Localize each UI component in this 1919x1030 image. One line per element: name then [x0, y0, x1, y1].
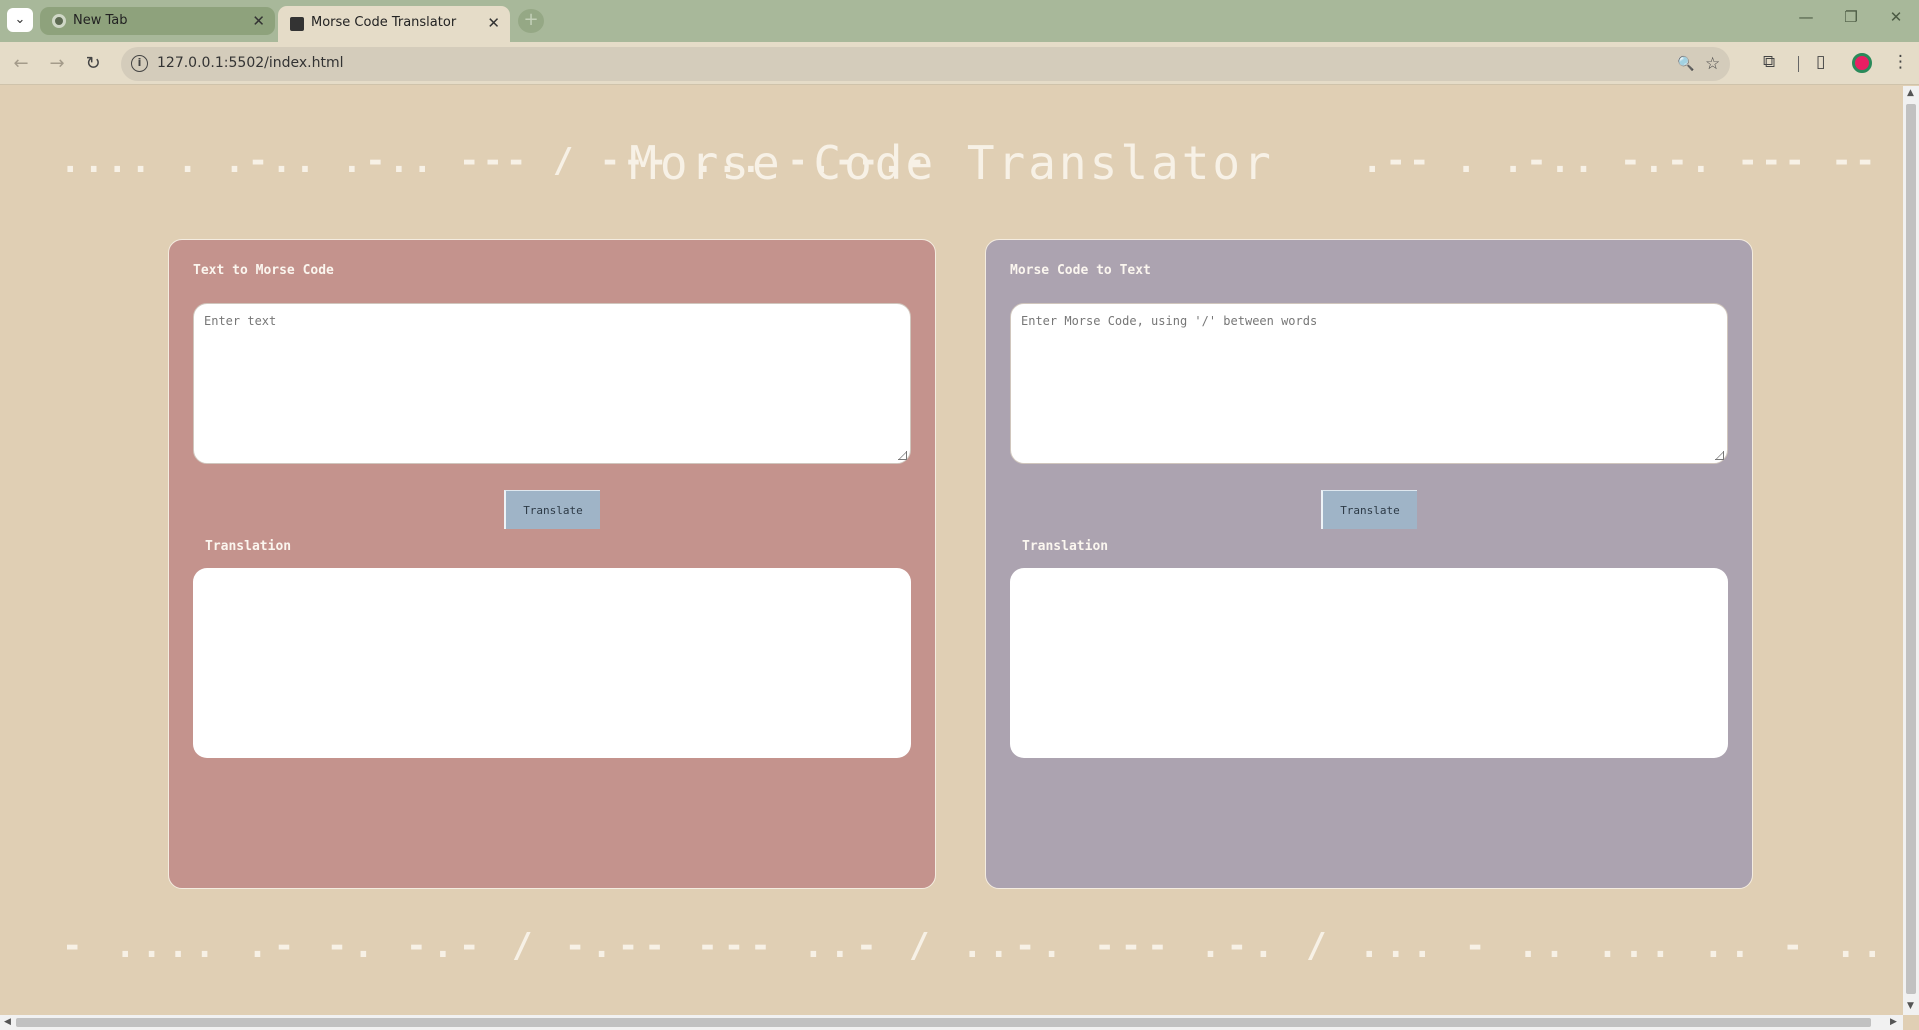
back-icon[interactable]: ←: [8, 51, 34, 77]
toolbar-divider: [1798, 56, 1799, 72]
reload-icon[interactable]: ↻: [80, 51, 106, 77]
scroll-up-arrow-icon[interactable]: ▲: [1907, 88, 1914, 98]
morse-decoration-right: .-- . .-.. -.-. --- -- . -.-.--: [1362, 141, 1903, 181]
browser-menu-icon[interactable]: ⋮: [1892, 52, 1909, 72]
input-placeholder: Enter Morse Code, using '/' between word…: [1021, 314, 1318, 328]
tab-label: Morse Code Translator: [311, 15, 457, 30]
chrome-icon: [52, 14, 66, 28]
browser-toolbar: ← → ↻ i 127.0.0.1:5502/index.html 🔍 ☆: [0, 42, 1919, 85]
site-info-icon[interactable]: i: [131, 55, 148, 72]
scroll-down-arrow-icon[interactable]: ▼: [1907, 1001, 1914, 1011]
translation-label: Translation: [205, 539, 292, 554]
panel-heading: Morse Code to Text: [1010, 263, 1151, 278]
tab-morse-code-translator[interactable]: Morse Code Translator ✕: [278, 6, 510, 42]
input-placeholder: Enter text: [204, 314, 277, 328]
resize-handle-icon[interactable]: [898, 451, 907, 460]
url-text[interactable]: 127.0.0.1:5502/index.html: [157, 55, 344, 71]
bookmark-star-icon[interactable]: ☆: [1705, 54, 1720, 74]
translate-morse-button[interactable]: Translate: [1321, 490, 1417, 529]
restore-icon[interactable]: ❐: [1831, 8, 1871, 26]
address-bar[interactable]: i 127.0.0.1:5502/index.html 🔍 ☆: [121, 47, 1730, 81]
tab-close-icon[interactable]: ✕: [252, 7, 265, 35]
page-content: .... . .-.. .-.. --- / --- ... -.--.- Mo…: [0, 86, 1903, 1015]
panel-heading: Text to Morse Code: [193, 263, 334, 278]
morse-to-text-panel: Morse Code to Text Enter Morse Code, usi…: [985, 239, 1753, 889]
text-input[interactable]: Enter text: [193, 303, 911, 464]
tab-bar: ⌄ New Tab ✕ Morse Code Translator ✕ + — …: [0, 0, 1919, 42]
tab-close-icon[interactable]: ✕: [487, 6, 500, 40]
tab-label: New Tab: [73, 13, 128, 28]
vertical-scroll-thumb[interactable]: [1906, 104, 1916, 994]
translate-text-button[interactable]: Translate: [504, 490, 600, 529]
tab-new-tab[interactable]: New Tab ✕: [40, 7, 275, 35]
profile-avatar[interactable]: [1852, 53, 1872, 73]
morse-input[interactable]: Enter Morse Code, using '/' between word…: [1010, 303, 1728, 464]
text-output-box: [1010, 568, 1728, 758]
forward-icon[interactable]: →: [44, 51, 70, 77]
new-tab-button[interactable]: +: [518, 9, 544, 33]
scroll-right-arrow-icon[interactable]: ▶: [1890, 1017, 1897, 1027]
zoom-icon[interactable]: 🔍: [1677, 56, 1694, 72]
page-favicon-icon: [290, 17, 304, 31]
horizontal-scrollbar[interactable]: ◀ ▶: [0, 1015, 1903, 1030]
morse-decoration-bottom: - .... .- -. -.- / -.-- --- ..- / ..-. -…: [62, 926, 1889, 966]
translation-label: Translation: [1022, 539, 1109, 554]
window-close-icon[interactable]: ✕: [1876, 8, 1916, 26]
morse-output-box: [193, 568, 911, 758]
vertical-scrollbar[interactable]: ▲ ▼: [1903, 86, 1919, 1015]
scroll-left-arrow-icon[interactable]: ◀: [4, 1017, 11, 1027]
extensions-icon[interactable]: ⧉: [1763, 52, 1775, 72]
side-panel-icon[interactable]: ▯: [1816, 52, 1825, 72]
minimize-icon[interactable]: —: [1786, 8, 1826, 26]
horizontal-scroll-thumb[interactable]: [16, 1018, 1871, 1027]
tab-search-button[interactable]: ⌄: [7, 8, 33, 32]
text-to-morse-panel: Text to Morse Code Enter text Translate …: [168, 239, 936, 889]
resize-handle-icon[interactable]: [1715, 451, 1724, 460]
